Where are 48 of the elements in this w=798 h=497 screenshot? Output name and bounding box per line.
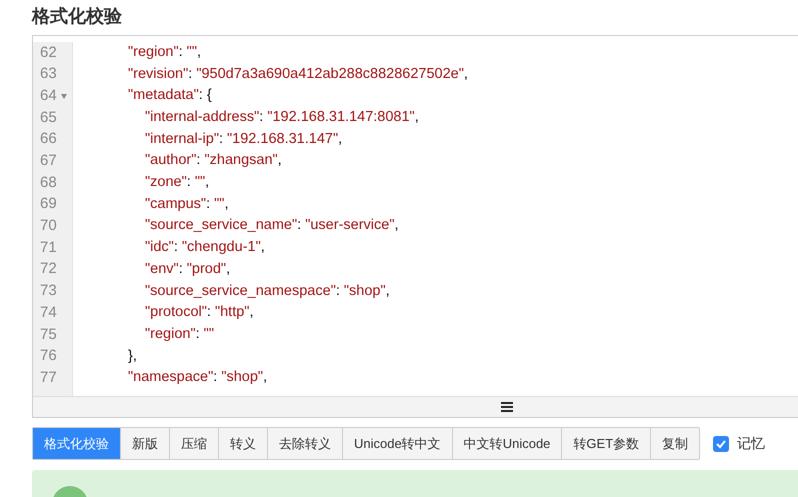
- code-text: "namespace": "shop",: [128, 368, 268, 388]
- fold-arrow-icon[interactable]: [60, 94, 67, 99]
- code-text: "zone": "",: [145, 173, 210, 192]
- line-number: 70: [40, 216, 57, 236]
- toolbar-button[interactable]: 转义: [219, 428, 268, 459]
- code-text: "region": "",: [128, 42, 201, 62]
- line-number: 69: [40, 194, 57, 214]
- toolbar-button[interactable]: Unicode转中文: [343, 428, 453, 459]
- line-number: 74: [40, 302, 57, 323]
- checkbox-label: 记忆: [737, 434, 766, 453]
- line-number: 72: [40, 259, 57, 280]
- code-text: "idc": "chengdu-1",: [145, 238, 265, 258]
- code-text: "protocol": "http",: [145, 303, 254, 322]
- line-number: 66: [40, 129, 57, 150]
- line-number: 73: [40, 281, 57, 302]
- page-title: 格式化校验: [32, 5, 122, 28]
- resize-handle[interactable]: [33, 396, 798, 417]
- checkmark-icon: [715, 438, 728, 450]
- code-text: "campus": "",: [145, 194, 228, 214]
- code-text: "author": "zhangsan",: [145, 151, 282, 170]
- line-number: 64: [40, 86, 57, 106]
- line-number: 67: [40, 151, 57, 172]
- toolbar-button[interactable]: 转GET参数: [562, 428, 652, 459]
- menu-icon: [501, 402, 513, 412]
- line-number: 68: [40, 172, 57, 193]
- code-text: "internal-address": "192.168.31.147:8081",: [145, 108, 419, 128]
- toolbar-button[interactable]: 中文转Unicode: [452, 428, 562, 459]
- toolbar-button[interactable]: 压缩: [170, 428, 219, 459]
- remember-checkbox[interactable]: [713, 436, 730, 452]
- toolbar-button[interactable]: 新版: [121, 428, 170, 459]
- line-number: 62: [40, 42, 57, 63]
- line-number: 75: [40, 324, 57, 345]
- toolbar-button[interactable]: 复制: [651, 428, 700, 459]
- code-text: "env": "prod",: [145, 260, 230, 279]
- line-number: 65: [40, 108, 57, 128]
- code-text: "region": "": [145, 324, 214, 344]
- code-text: "revision": "950d7a3a690a412ab288c8828627502e",: [128, 64, 468, 84]
- code-text: },: [128, 346, 137, 366]
- code-text: "source_service_namespace": "shop",: [145, 282, 390, 301]
- line-number: 71: [40, 238, 57, 258]
- line-number: 76: [40, 346, 57, 366]
- code-text: "source_service_name": "user-service",: [145, 216, 399, 236]
- line-number: 77: [40, 368, 57, 388]
- toolbar-button[interactable]: 格式化校验: [33, 428, 121, 459]
- code-text: "metadata": {: [128, 86, 212, 106]
- toolbar-button[interactable]: 去除转义: [268, 428, 343, 459]
- line-number: 63: [40, 64, 57, 84]
- code-text: "internal-ip": "192.168.31.147",: [145, 130, 342, 149]
